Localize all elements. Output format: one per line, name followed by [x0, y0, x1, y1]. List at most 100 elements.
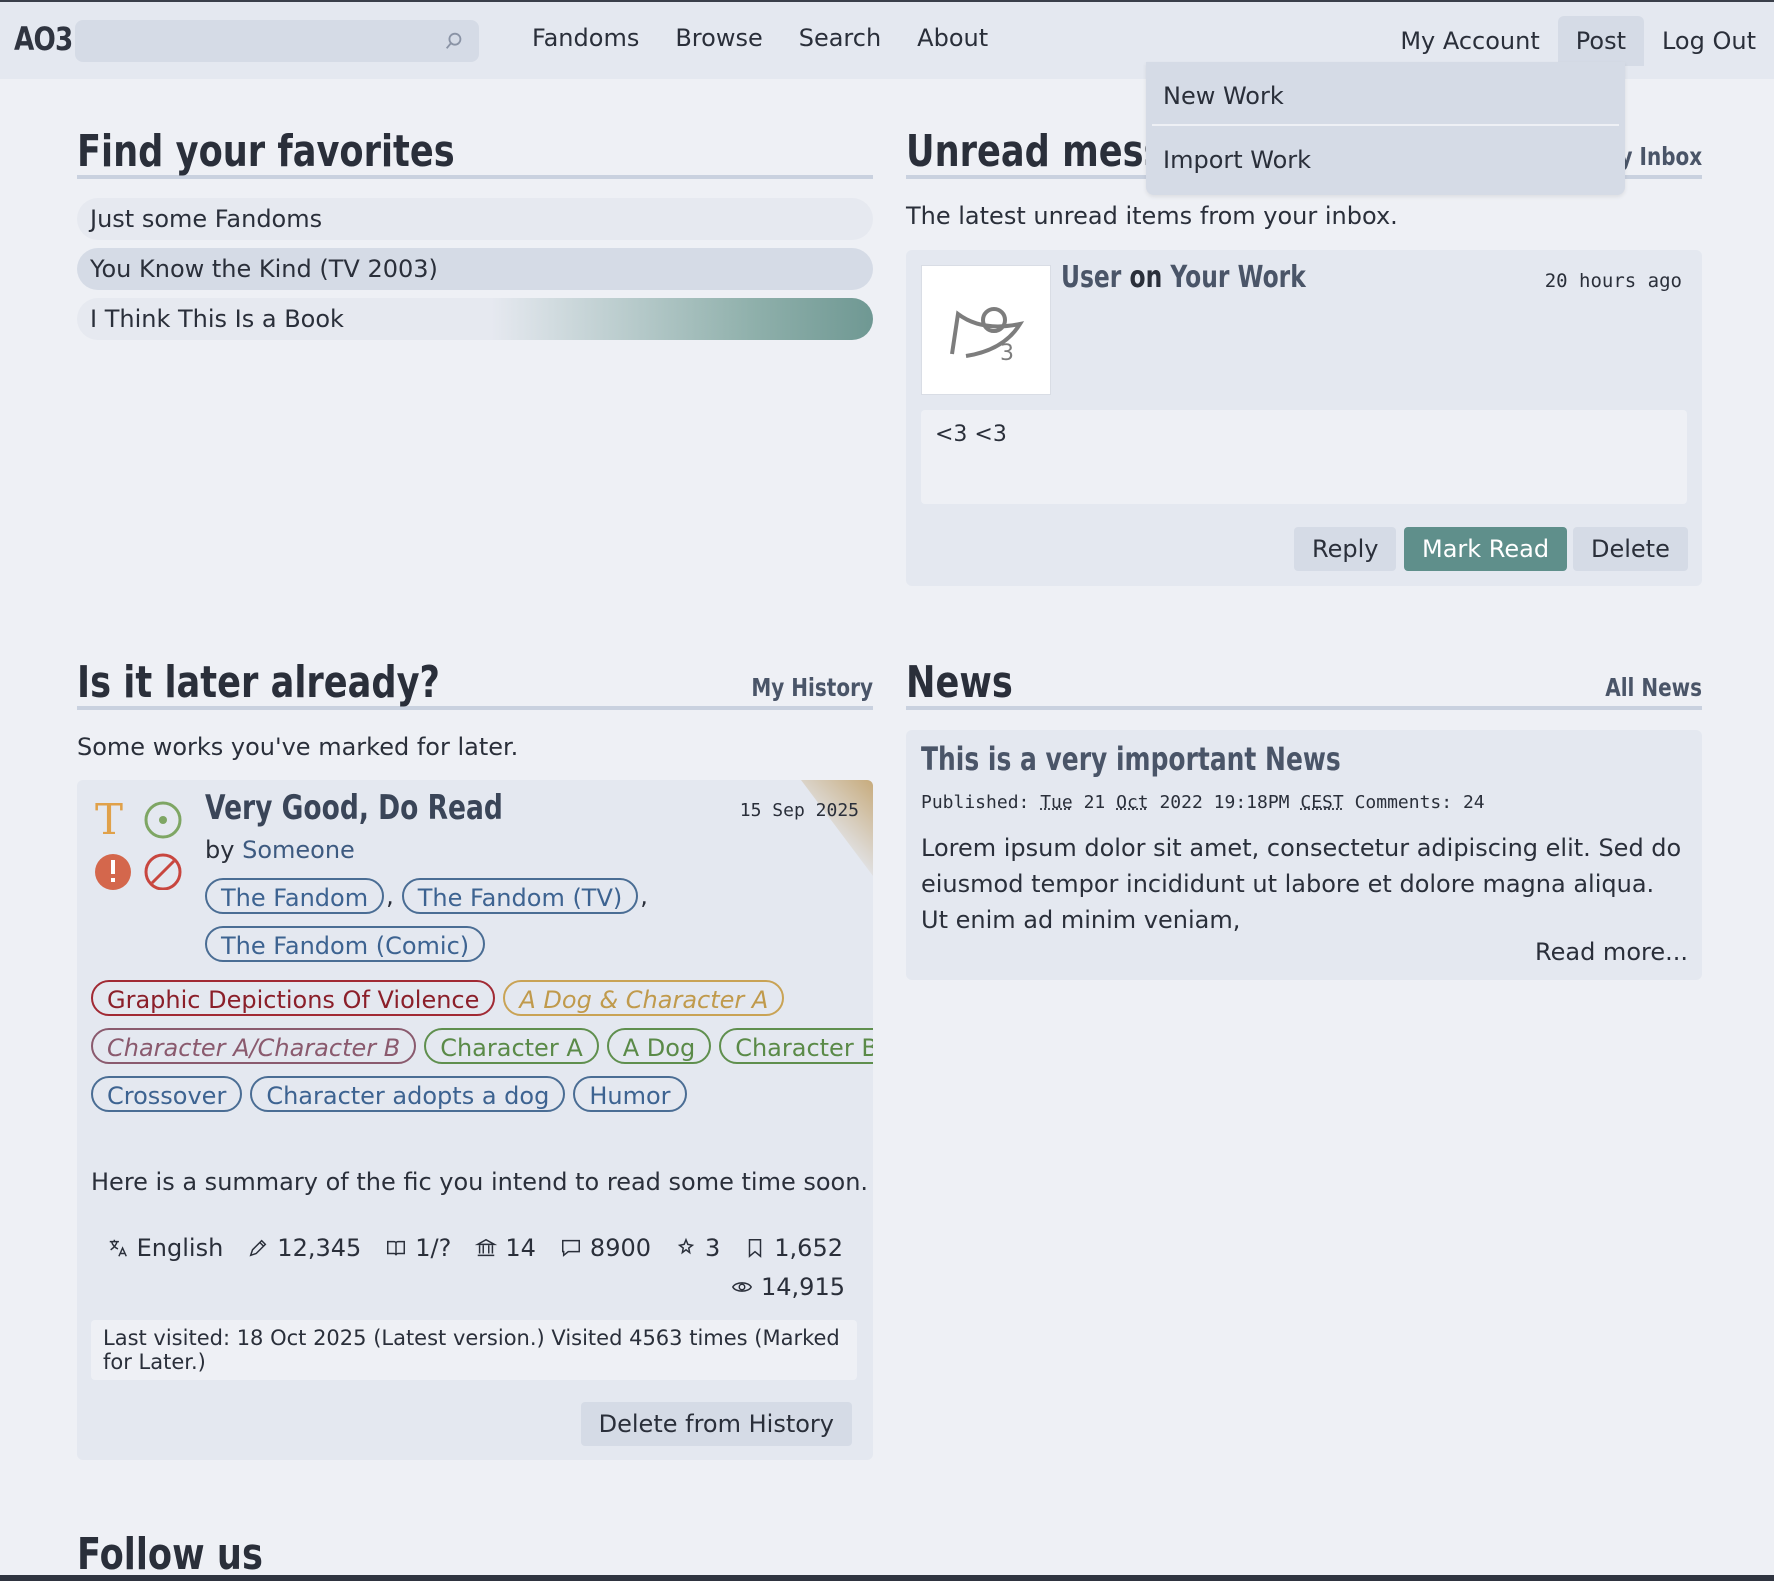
news-body: Lorem ipsum dolor sit amet, consectetur …	[921, 834, 1682, 934]
language-value: English	[136, 1234, 224, 1262]
freeform-tag[interactable]: Character adopts a dog	[250, 1076, 566, 1112]
stat-language: English	[107, 1234, 224, 1262]
favorite-item[interactable]: Just some Fandoms	[77, 198, 873, 240]
work-stats: English 12,345 1/? 14 8900 3 1,652	[107, 1234, 843, 1262]
mark-read-button[interactable]: Mark Read	[1404, 527, 1568, 571]
character-tag[interactable]: A Dog	[606, 1028, 712, 1064]
menu-item-import-work[interactable]: Import Work	[1146, 126, 1625, 188]
my-history-link[interactable]: My History	[751, 673, 873, 702]
ao3-avatar-icon: 3	[950, 307, 1025, 366]
menu-item-new-work[interactable]: New Work	[1146, 62, 1625, 124]
comment-icon	[561, 1239, 580, 1257]
stat-comments[interactable]: 8900	[560, 1234, 651, 1262]
news-date-time: 2022 19:18PM	[1159, 792, 1290, 813]
collection-icon	[475, 1238, 498, 1257]
by-label: by	[205, 836, 235, 864]
message-on-label: on	[1129, 260, 1163, 295]
news-month: Oct	[1116, 792, 1149, 813]
news-day: Tue	[1040, 792, 1073, 813]
all-news-link[interactable]: All News	[1605, 673, 1702, 702]
corner-ribbon	[801, 780, 873, 876]
nav-log-out[interactable]: Log Out	[1644, 16, 1774, 66]
later-description: Some works you've marked for later.	[77, 733, 519, 761]
site-logo[interactable]: AO3	[14, 20, 73, 58]
inbox-description: The latest unread items from your inbox.	[906, 202, 1398, 230]
search-icon[interactable]	[443, 30, 465, 52]
stat-bookmarks[interactable]: 1,652	[744, 1234, 843, 1262]
message-user-link[interactable]: User	[1061, 260, 1121, 295]
news-title: News	[906, 657, 1013, 708]
post-dropdown-menu: New Work Import Work	[1146, 62, 1625, 195]
freeform-tag[interactable]: Crossover	[91, 1076, 243, 1112]
work-summary: Here is a summary of the fic you intend …	[91, 1168, 869, 1196]
message-card: 3 User on Your Work 20 hours ago <3 <3 R…	[906, 250, 1702, 586]
relationship-tag[interactable]: Character A/Character B	[91, 1028, 417, 1064]
news-header: News All News	[906, 646, 1702, 710]
collections-value: 14	[505, 1234, 536, 1262]
warning-icon	[95, 854, 131, 890]
follow-title: Follow us	[77, 1529, 263, 1580]
window-bottom-edge	[0, 1575, 1774, 1581]
stat-collections[interactable]: 14	[475, 1234, 536, 1262]
character-tag[interactable]: Character A	[424, 1028, 599, 1064]
nav-browse[interactable]: Browse	[675, 24, 762, 52]
chapters-value: 1/?	[415, 1234, 452, 1262]
visit-history: Last visited: 18 Oct 2025 (Latest versio…	[91, 1320, 857, 1380]
reply-button[interactable]: Reply	[1294, 527, 1397, 571]
author-link[interactable]: Someone	[242, 836, 355, 864]
nav-about[interactable]: About	[917, 24, 988, 52]
nav-post[interactable]: Post	[1557, 16, 1644, 66]
avatar[interactable]: 3	[921, 265, 1051, 395]
required-tags-icons: T	[95, 795, 182, 890]
news-item: This is a very important News Published:…	[906, 730, 1702, 980]
news-timezone: CEST	[1300, 792, 1344, 813]
character-tag[interactable]: Character B	[719, 1028, 873, 1064]
pencil-icon	[249, 1239, 267, 1257]
work-date: 15 Sep 2025	[739, 800, 859, 821]
eye-icon	[732, 1282, 753, 1292]
news-meta: Published: Tue 21 Oct 2022 19:18PM CEST …	[921, 792, 1485, 813]
fandom-tag[interactable]: The Fandom (Comic)	[205, 926, 486, 962]
work-title-link[interactable]: Very Good, Do Read	[205, 788, 503, 828]
read-more-link[interactable]: Read more...	[1535, 938, 1688, 966]
nav-fandoms[interactable]: Fandoms	[532, 24, 639, 52]
favorite-item[interactable]: You Know the Kind (TV 2003)	[77, 248, 873, 290]
delete-from-history-button[interactable]: Delete from History	[580, 1402, 852, 1446]
complete-work-icon	[144, 801, 182, 839]
fandom-tag[interactable]: The Fandom	[205, 878, 385, 914]
published-label: Published:	[921, 792, 1030, 813]
work-byline: by Someone	[205, 836, 355, 864]
message-work-link[interactable]: Your Work	[1170, 260, 1305, 295]
main-nav: Fandoms Browse Search About	[532, 24, 988, 52]
user-nav: My Account Post Log Out	[1382, 16, 1774, 66]
later-title: Is it later already?	[77, 657, 440, 708]
freeform-tag[interactable]: Humor	[573, 1076, 687, 1112]
favorites-title: Find your favorites	[77, 126, 455, 177]
relationship-tag[interactable]: A Dog & Character A	[503, 980, 785, 1016]
news-item-title[interactable]: This is a very important News	[921, 740, 1341, 778]
favorite-item[interactable]: I Think This Is a Book	[77, 298, 873, 340]
book-icon	[387, 1240, 406, 1256]
words-value: 12,345	[277, 1234, 362, 1262]
fandom-tags: The Fandom, The Fandom (TV),	[205, 878, 648, 914]
translate-icon	[109, 1239, 127, 1257]
follow-header: Follow us	[77, 1518, 873, 1580]
fandom-tag[interactable]: The Fandom (TV)	[401, 878, 639, 914]
delete-button[interactable]: Delete	[1573, 527, 1688, 571]
stat-chapters: 1/?	[385, 1234, 451, 1262]
bookmark-icon	[749, 1239, 762, 1258]
tags-row-1: Graphic Depictions Of Violence A Dog & C…	[91, 980, 785, 1016]
kudos-icon	[677, 1237, 695, 1255]
no-category-icon	[144, 853, 182, 890]
stat-kudos[interactable]: 3	[675, 1234, 720, 1262]
news-comments-count: 24	[1462, 792, 1485, 813]
warning-tag[interactable]: Graphic Depictions Of Violence	[91, 980, 496, 1016]
later-header: Is it later already? My History	[77, 646, 873, 710]
tags-row-2: Character A/Character B Character A A Do…	[91, 1028, 873, 1064]
search-input[interactable]	[75, 20, 479, 62]
nav-search[interactable]: Search	[799, 24, 881, 52]
hits-value: 14,915	[761, 1273, 845, 1301]
kudos-value: 3	[705, 1234, 721, 1262]
nav-my-account[interactable]: My Account	[1382, 16, 1557, 66]
stat-hits: 14,915	[731, 1273, 845, 1301]
